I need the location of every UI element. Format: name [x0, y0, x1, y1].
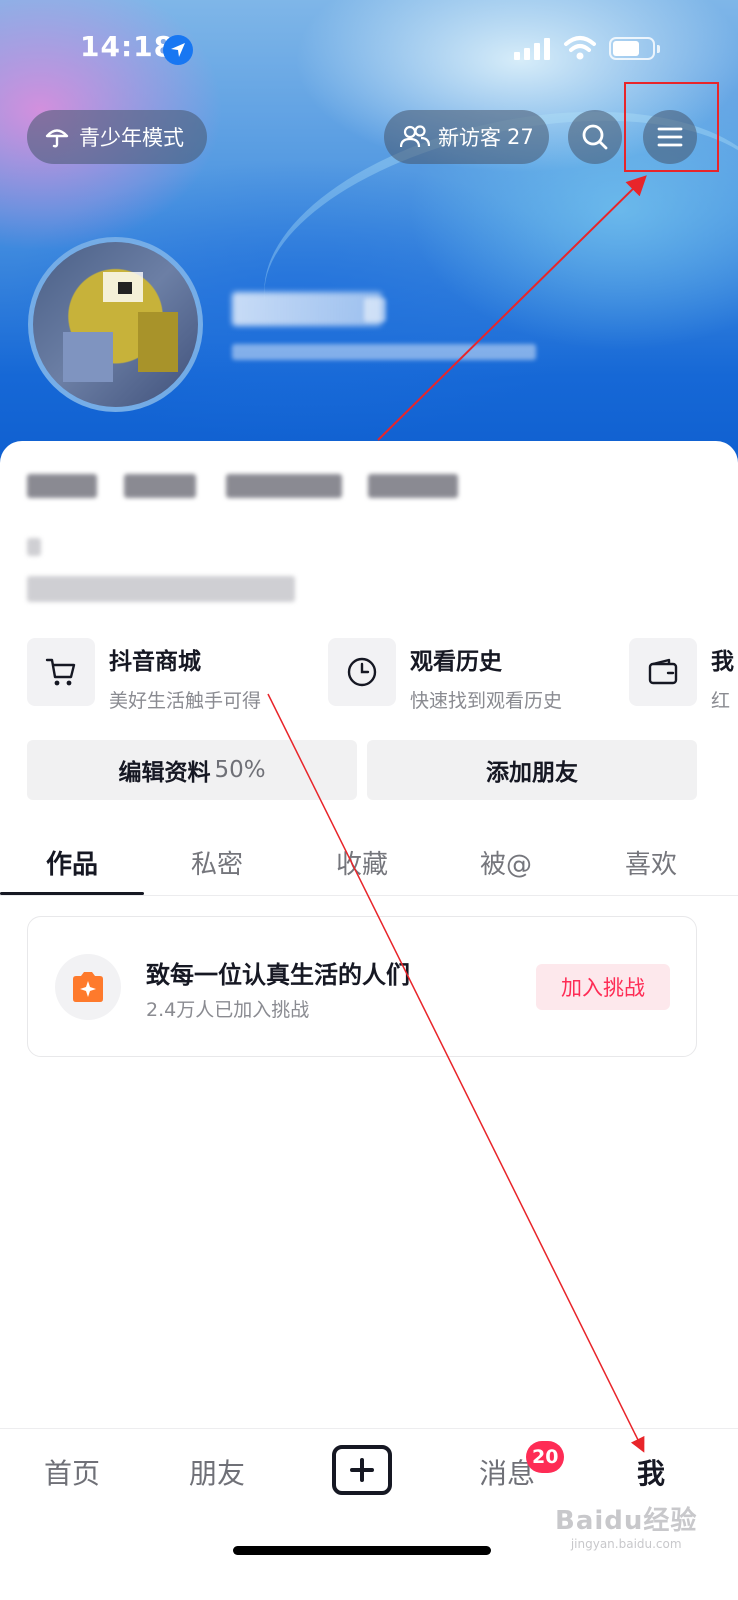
tab-likes[interactable]: 喜欢 — [579, 844, 723, 881]
tab-works[interactable]: 作品 — [0, 844, 144, 881]
baidu-watermark: Baidu经验 jingyan.baidu.com — [555, 1500, 697, 1551]
search-icon — [582, 124, 608, 150]
nickname-tag-blurred — [364, 298, 386, 322]
user-id-blurred — [232, 344, 536, 360]
battery-icon — [609, 37, 660, 60]
feature-subtitle: 美好生活触手可得 — [109, 690, 262, 712]
people-icon — [400, 125, 430, 148]
watermark-brand: Baidu经验 — [555, 1506, 698, 1536]
bio-blurred — [27, 538, 41, 556]
content-tabs: 作品 私密 收藏 被@ 喜欢 — [0, 836, 738, 896]
teen-mode-label: 青少年模式 — [79, 126, 184, 150]
feature-subtitle: 红 — [711, 690, 731, 712]
clock-icon — [328, 638, 396, 706]
feature-title: 我 — [711, 649, 734, 675]
new-visitors-label: 新访客 — [438, 126, 501, 150]
teen-mode-button[interactable]: 青少年模式 — [27, 110, 207, 164]
cart-icon — [27, 638, 95, 706]
nickname-blurred — [232, 292, 382, 326]
stat-following-blurred — [226, 474, 342, 498]
profile-tags-blurred — [27, 576, 295, 602]
edit-profile-button[interactable]: 编辑资料 50% — [27, 740, 357, 800]
profile-completion-percent: 50% — [214, 757, 266, 783]
location-arrow-icon — [163, 35, 193, 65]
wifi-icon — [563, 35, 597, 65]
challenge-participants: 2.4万人已加入挑战 — [146, 999, 310, 1021]
umbrella-icon — [45, 129, 69, 148]
menu-highlight-annotation — [624, 82, 719, 172]
tab-private[interactable]: 私密 — [145, 844, 289, 881]
avatar[interactable] — [28, 237, 203, 412]
douyin-mall-entry[interactable]: 抖音商城 美好生活触手可得 — [27, 638, 261, 713]
stat-likes-blurred — [27, 474, 97, 498]
feature-subtitle: 快速找到观看历史 — [410, 690, 563, 712]
search-button[interactable] — [568, 110, 622, 164]
create-button[interactable] — [332, 1445, 392, 1495]
feature-title: 抖音商城 — [109, 649, 201, 675]
add-friend-button[interactable]: 添加朋友 — [367, 740, 697, 800]
nav-friends[interactable]: 朋友 — [167, 1452, 267, 1492]
tab-favorites[interactable]: 收藏 — [290, 844, 434, 881]
feature-title: 观看历史 — [410, 649, 502, 675]
status-time: 14:18 — [80, 30, 175, 63]
wallet-entry[interactable]: 我 红 — [629, 638, 738, 713]
watch-history-entry[interactable]: 观看历史 快速找到观看历史 — [328, 638, 562, 713]
watermark-url: jingyan.baidu.com — [570, 1537, 682, 1551]
stat-friends-blurred — [124, 474, 196, 498]
camera-sparkle-icon — [55, 954, 121, 1020]
join-challenge-button[interactable]: 加入挑战 — [536, 964, 670, 1010]
challenge-title: 致每一位认真生活的人们 — [146, 961, 410, 989]
edit-profile-label: 编辑资料 — [118, 760, 211, 786]
home-indicator — [233, 1546, 491, 1555]
active-tab-indicator — [0, 892, 144, 895]
nav-me[interactable]: 我 — [601, 1452, 701, 1492]
new-visitors-count: 27 — [507, 125, 534, 149]
stat-followers-blurred — [368, 474, 458, 498]
wallet-icon — [629, 638, 697, 706]
plus-icon — [350, 1458, 374, 1482]
new-visitors-button[interactable]: 新访客 27 — [384, 110, 549, 164]
tab-mentions[interactable]: 被@ — [434, 844, 578, 881]
cellular-signal-icon — [514, 38, 552, 60]
nav-home[interactable]: 首页 — [22, 1452, 122, 1492]
challenge-card[interactable]: 致每一位认真生活的人们 2.4万人已加入挑战 加入挑战 — [27, 916, 697, 1057]
messages-unread-badge: 20 — [526, 1441, 565, 1473]
